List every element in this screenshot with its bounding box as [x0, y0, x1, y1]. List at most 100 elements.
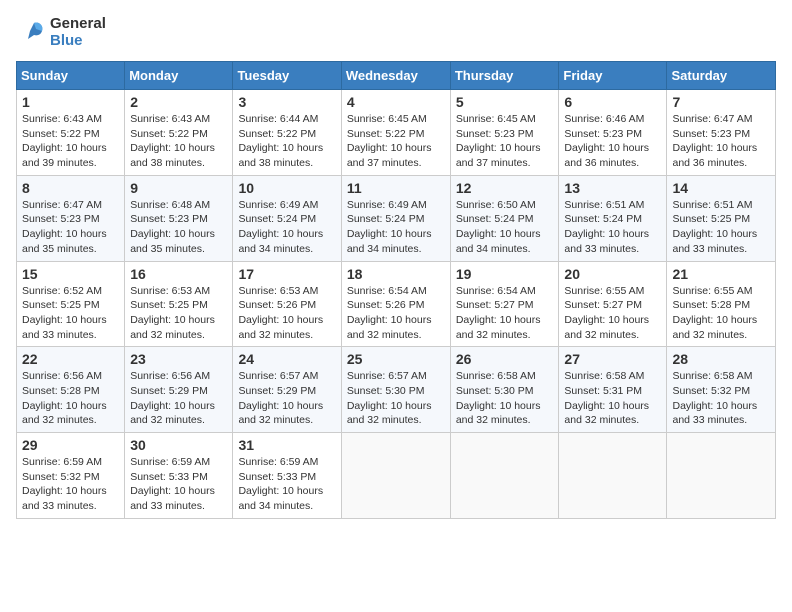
day-info: Sunrise: 6:44 AMSunset: 5:22 PMDaylight:… — [238, 113, 323, 169]
calendar-day-24: 24Sunrise: 6:57 AMSunset: 5:29 PMDayligh… — [233, 347, 341, 433]
calendar-day-5: 5 Sunrise: 6:45 AMSunset: 5:23 PMDaylight… — [450, 90, 559, 176]
day-info: Sunrise: 6:59 AMSunset: 5:33 PMDaylight:… — [238, 456, 323, 512]
day-info: Sunrise: 6:48 AMSunset: 5:23 PMDaylight:… — [130, 199, 215, 255]
day-number: 23 — [130, 351, 227, 367]
day-info: Sunrise: 6:51 AMSunset: 5:25 PMDaylight:… — [672, 199, 757, 255]
calendar-day-4: 4 Sunrise: 6:45 AMSunset: 5:22 PMDaylight… — [341, 90, 450, 176]
calendar-day-25: 25 Sunrise: 6:57 AMSunset: 5:30 PMDayligh… — [341, 347, 450, 433]
day-info: Sunrise: 6:57 AMSunset: 5:29 PMDaylight:… — [238, 370, 323, 426]
day-number: 6 — [564, 94, 661, 110]
calendar-day-17: 17 Sunrise: 6:53 AMSunset: 5:26 PMDayligh… — [233, 261, 341, 347]
calendar-day-15: 15 Sunrise: 6:52 AMSunset: 5:25 PMDayligh… — [17, 261, 125, 347]
calendar-day-20: 20 Sunrise: 6:55 AMSunset: 5:27 PMDayligh… — [559, 261, 667, 347]
day-number: 16 — [130, 266, 227, 282]
calendar-empty — [667, 433, 776, 519]
calendar-day-31: 31 Sunrise: 6:59 AMSunset: 5:33 PMDayligh… — [233, 433, 341, 519]
day-number: 10 — [238, 180, 335, 196]
day-number: 4 — [347, 94, 445, 110]
day-info: Sunrise: 6:53 AMSunset: 5:25 PMDaylight:… — [130, 285, 215, 341]
calendar-day-16: 16 Sunrise: 6:53 AMSunset: 5:25 PMDayligh… — [125, 261, 233, 347]
calendar-day-23: 23 Sunrise: 6:56 AMSunset: 5:29 PMDayligh… — [125, 347, 233, 433]
day-number: 31 — [238, 437, 335, 453]
calendar-day-12: 12Sunrise: 6:50 AMSunset: 5:24 PMDayligh… — [450, 175, 559, 261]
calendar-week-1: 1Sunrise: 6:43 AMSunset: 5:22 PMDaylight… — [17, 90, 776, 176]
day-number: 11 — [347, 180, 445, 196]
calendar-day-14: 14Sunrise: 6:51 AMSunset: 5:25 PMDayligh… — [667, 175, 776, 261]
calendar-empty — [450, 433, 559, 519]
day-info: Sunrise: 6:51 AMSunset: 5:24 PMDaylight:… — [564, 199, 649, 255]
calendar-header-tuesday: Tuesday — [233, 62, 341, 90]
day-number: 15 — [22, 266, 119, 282]
day-info: Sunrise: 6:54 AMSunset: 5:26 PMDaylight:… — [347, 285, 432, 341]
day-number: 20 — [564, 266, 661, 282]
calendar-week-2: 8 Sunrise: 6:47 AMSunset: 5:23 PMDaylight… — [17, 175, 776, 261]
calendar-day-1: 1Sunrise: 6:43 AMSunset: 5:22 PMDaylight… — [17, 90, 125, 176]
logo: General Blue — [16, 16, 106, 49]
calendar-header-saturday: Saturday — [667, 62, 776, 90]
calendar-header-row: SundayMondayTuesdayWednesdayThursdayFrid… — [17, 62, 776, 90]
calendar-day-7: 7Sunrise: 6:47 AMSunset: 5:23 PMDaylight… — [667, 90, 776, 176]
calendar-day-9: 9 Sunrise: 6:48 AMSunset: 5:23 PMDaylight… — [125, 175, 233, 261]
day-number: 9 — [130, 180, 227, 196]
calendar-week-5: 29 Sunrise: 6:59 AMSunset: 5:32 PMDayligh… — [17, 433, 776, 519]
day-info: Sunrise: 6:52 AMSunset: 5:25 PMDaylight:… — [22, 285, 107, 341]
calendar-header-monday: Monday — [125, 62, 233, 90]
logo-bird-icon — [16, 17, 48, 49]
calendar-day-3: 3 Sunrise: 6:44 AMSunset: 5:22 PMDaylight… — [233, 90, 341, 176]
calendar-week-3: 15 Sunrise: 6:52 AMSunset: 5:25 PMDayligh… — [17, 261, 776, 347]
calendar-day-30: 30 Sunrise: 6:59 AMSunset: 5:33 PMDayligh… — [125, 433, 233, 519]
day-number: 30 — [130, 437, 227, 453]
day-info: Sunrise: 6:47 AMSunset: 5:23 PMDaylight:… — [672, 113, 757, 169]
day-info: Sunrise: 6:43 AMSunset: 5:22 PMDaylight:… — [130, 113, 215, 169]
day-info: Sunrise: 6:58 AMSunset: 5:32 PMDaylight:… — [672, 370, 757, 426]
day-info: Sunrise: 6:54 AMSunset: 5:27 PMDaylight:… — [456, 285, 541, 341]
calendar-empty — [559, 433, 667, 519]
calendar-day-6: 6 Sunrise: 6:46 AMSunset: 5:23 PMDaylight… — [559, 90, 667, 176]
day-number: 18 — [347, 266, 445, 282]
day-info: Sunrise: 6:46 AMSunset: 5:23 PMDaylight:… — [564, 113, 649, 169]
calendar-day-19: 19Sunrise: 6:54 AMSunset: 5:27 PMDayligh… — [450, 261, 559, 347]
day-number: 27 — [564, 351, 661, 367]
day-info: Sunrise: 6:59 AMSunset: 5:32 PMDaylight:… — [22, 456, 107, 512]
day-number: 8 — [22, 180, 119, 196]
calendar-day-26: 26Sunrise: 6:58 AMSunset: 5:30 PMDayligh… — [450, 347, 559, 433]
day-info: Sunrise: 6:58 AMSunset: 5:31 PMDaylight:… — [564, 370, 649, 426]
day-number: 25 — [347, 351, 445, 367]
day-info: Sunrise: 6:56 AMSunset: 5:28 PMDaylight:… — [22, 370, 107, 426]
calendar-empty — [341, 433, 450, 519]
calendar-header-wednesday: Wednesday — [341, 62, 450, 90]
calendar-day-28: 28 Sunrise: 6:58 AMSunset: 5:32 PMDayligh… — [667, 347, 776, 433]
calendar-header-thursday: Thursday — [450, 62, 559, 90]
page-header: General Blue — [16, 16, 776, 49]
day-number: 28 — [672, 351, 770, 367]
calendar-day-18: 18 Sunrise: 6:54 AMSunset: 5:26 PMDayligh… — [341, 261, 450, 347]
calendar-day-8: 8 Sunrise: 6:47 AMSunset: 5:23 PMDaylight… — [17, 175, 125, 261]
calendar-day-2: 2 Sunrise: 6:43 AMSunset: 5:22 PMDaylight… — [125, 90, 233, 176]
calendar-day-21: 21Sunrise: 6:55 AMSunset: 5:28 PMDayligh… — [667, 261, 776, 347]
day-number: 2 — [130, 94, 227, 110]
day-number: 12 — [456, 180, 554, 196]
day-info: Sunrise: 6:45 AMSunset: 5:22 PMDaylight:… — [347, 113, 432, 169]
day-info: Sunrise: 6:59 AMSunset: 5:33 PMDaylight:… — [130, 456, 215, 512]
day-number: 13 — [564, 180, 661, 196]
day-number: 26 — [456, 351, 554, 367]
day-number: 3 — [238, 94, 335, 110]
calendar-day-13: 13 Sunrise: 6:51 AMSunset: 5:24 PMDayligh… — [559, 175, 667, 261]
logo-text-blue: Blue — [50, 33, 106, 50]
calendar-week-4: 22 Sunrise: 6:56 AMSunset: 5:28 PMDayligh… — [17, 347, 776, 433]
day-info: Sunrise: 6:43 AMSunset: 5:22 PMDaylight:… — [22, 113, 107, 169]
day-number: 22 — [22, 351, 119, 367]
day-info: Sunrise: 6:45 AMSunset: 5:23 PMDaylight:… — [456, 113, 541, 169]
day-number: 17 — [238, 266, 335, 282]
calendar-day-10: 10Sunrise: 6:49 AMSunset: 5:24 PMDayligh… — [233, 175, 341, 261]
day-number: 29 — [22, 437, 119, 453]
day-number: 5 — [456, 94, 554, 110]
calendar-header-friday: Friday — [559, 62, 667, 90]
calendar-day-11: 11Sunrise: 6:49 AMSunset: 5:24 PMDayligh… — [341, 175, 450, 261]
day-info: Sunrise: 6:56 AMSunset: 5:29 PMDaylight:… — [130, 370, 215, 426]
day-info: Sunrise: 6:57 AMSunset: 5:30 PMDaylight:… — [347, 370, 432, 426]
day-info: Sunrise: 6:55 AMSunset: 5:27 PMDaylight:… — [564, 285, 649, 341]
day-info: Sunrise: 6:47 AMSunset: 5:23 PMDaylight:… — [22, 199, 107, 255]
day-info: Sunrise: 6:53 AMSunset: 5:26 PMDaylight:… — [238, 285, 323, 341]
calendar-day-22: 22 Sunrise: 6:56 AMSunset: 5:28 PMDayligh… — [17, 347, 125, 433]
